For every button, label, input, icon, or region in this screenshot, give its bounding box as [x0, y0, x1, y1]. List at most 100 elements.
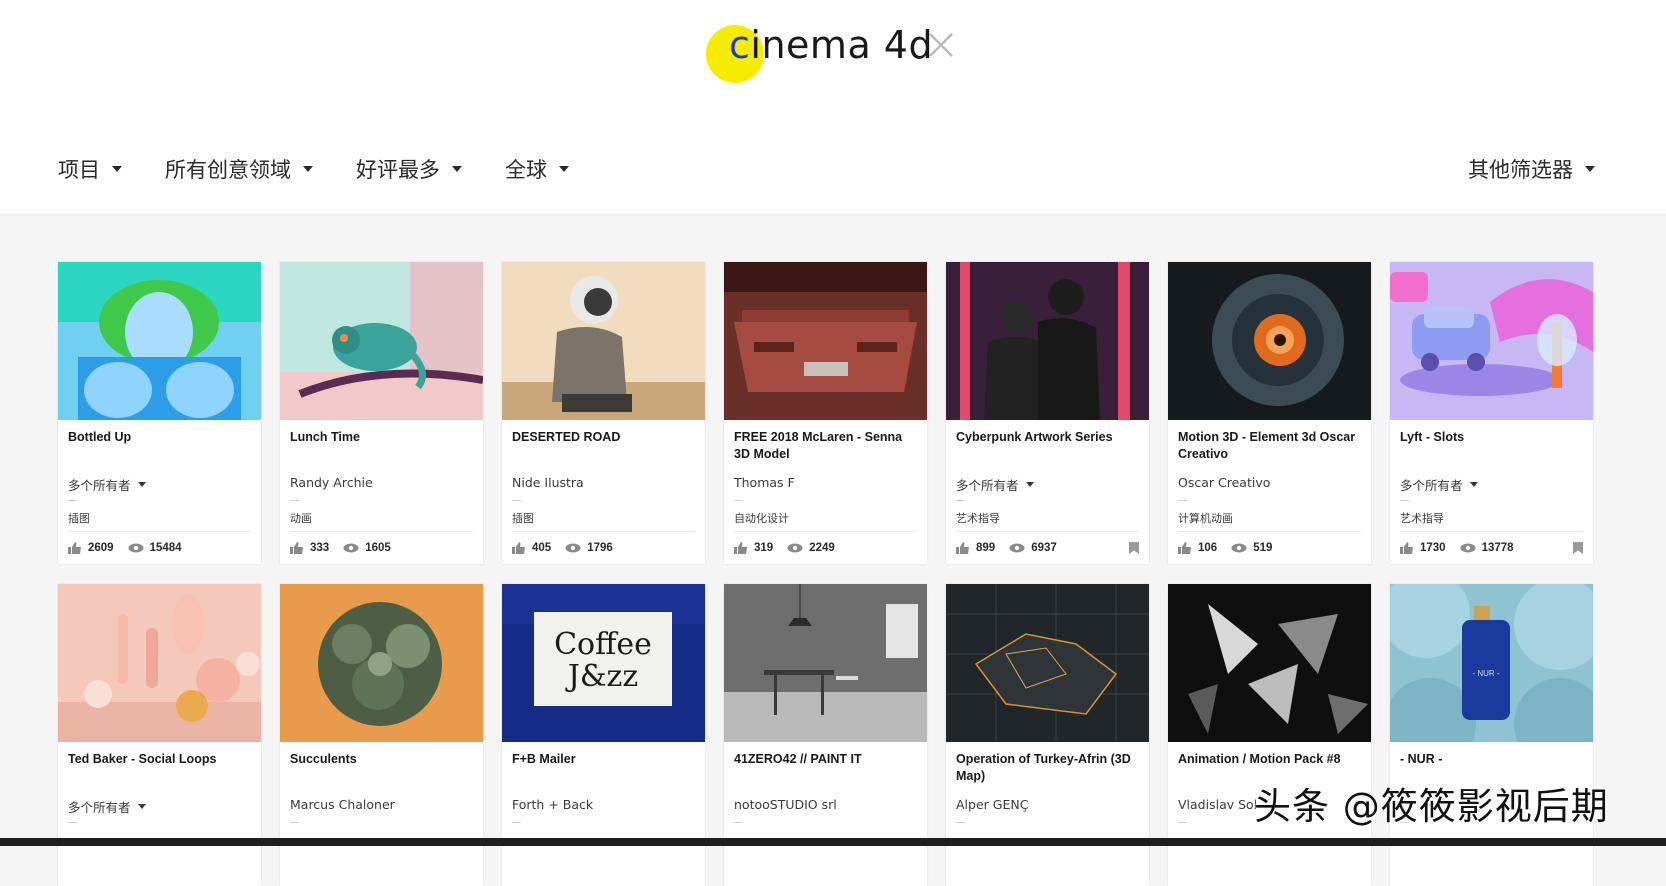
project-title[interactable]: Cyberpunk Artwork Series — [956, 429, 1142, 446]
project-title[interactable]: Succulents — [290, 751, 476, 768]
filter-sort-dropdown[interactable]: 好评最多 — [356, 156, 462, 182]
filter-type-dropdown[interactable]: 项目 — [58, 156, 122, 182]
divider — [734, 500, 743, 501]
chevron-down-icon — [137, 804, 146, 809]
project-title[interactable]: Animation / Motion Pack #8 — [1178, 751, 1364, 768]
project-thumbnail[interactable] — [502, 262, 705, 420]
project-thumbnail[interactable]: Coffee J&zz — [502, 584, 705, 742]
project-card[interactable]: FREE 2018 McLaren - Senna 3D Model Thoma… — [724, 262, 927, 564]
owner-dropdown[interactable]: 多个所有者 — [956, 475, 1034, 494]
eye-icon — [565, 543, 581, 553]
project-card[interactable]: Motion 3D - Element 3d Oscar Creativo Os… — [1168, 262, 1371, 564]
project-title[interactable]: Lunch Time — [290, 429, 476, 446]
project-stats: 405 1796 — [512, 542, 627, 554]
project-title[interactable]: 41ZERO42 // PAINT IT — [734, 751, 920, 768]
thumb-coffee-line2: J&zz — [565, 659, 638, 694]
thumbs-up-icon — [68, 542, 81, 554]
project-card[interactable]: Cyberpunk Artwork Series 多个所有者 艺术指导 899 … — [946, 262, 1149, 564]
project-thumbnail[interactable] — [1168, 584, 1371, 742]
owner-name: 多个所有者 — [956, 478, 1019, 493]
project-thumbnail[interactable]: - NUR - — [1390, 584, 1593, 742]
owner-dropdown[interactable]: 多个所有者 — [68, 797, 146, 816]
divider — [290, 531, 473, 532]
creative-field[interactable]: 插图 — [68, 510, 90, 526]
filter-more-dropdown[interactable]: 其他筛选器 — [1468, 156, 1595, 182]
owner-name: 多个所有者 — [1400, 478, 1463, 493]
owner-name[interactable]: Alper GENÇ — [956, 797, 1028, 812]
watermark-text: 头条 @筱筱影视后期 — [1254, 785, 1609, 828]
project-thumbnail[interactable] — [724, 262, 927, 420]
project-thumbnail[interactable] — [1168, 262, 1371, 420]
owner-name[interactable]: Oscar Creativo — [1178, 475, 1270, 490]
filter-region-dropdown[interactable]: 全球 — [505, 156, 569, 182]
owner-name[interactable]: Marcus Chaloner — [290, 797, 395, 812]
like-count: 1730 — [1420, 542, 1446, 554]
project-card[interactable]: Bottled Up 多个所有者 插图 2609 15484 — [58, 262, 261, 564]
eye-icon — [343, 543, 359, 553]
project-thumbnail[interactable] — [946, 584, 1149, 742]
search-query-first-char: c — [729, 23, 751, 67]
bookmark-icon[interactable] — [1573, 542, 1583, 554]
owner-dropdown[interactable]: 多个所有者 — [68, 475, 146, 494]
creative-field[interactable]: 艺术指导 — [956, 510, 1000, 526]
project-card[interactable]: DESERTED ROAD Nide Ilustra 插图 405 1796 — [502, 262, 705, 564]
project-thumbnail[interactable] — [58, 584, 261, 742]
creative-field[interactable]: 自动化设计 — [734, 510, 789, 526]
thumbs-up-icon — [734, 542, 747, 554]
view-count: 1605 — [365, 542, 391, 554]
project-title[interactable]: FREE 2018 McLaren - Senna 3D Model — [734, 429, 920, 463]
project-title[interactable]: Lyft - Slots — [1400, 429, 1586, 446]
search-input[interactable]: cinema 4d — [729, 20, 933, 70]
project-card[interactable]: Lyft - Slots 多个所有者 艺术指导 1730 13778 — [1390, 262, 1593, 564]
chevron-down-icon — [1469, 482, 1478, 487]
thumbs-up-icon — [1178, 542, 1191, 554]
owner-name: 多个所有者 — [68, 478, 131, 493]
bottom-bar — [0, 838, 1666, 846]
owner-name[interactable]: Vladislav Sol — [1178, 797, 1257, 812]
view-count: 15484 — [149, 542, 182, 554]
project-stats: 106 519 — [1178, 542, 1286, 554]
project-thumbnail[interactable] — [1390, 262, 1593, 420]
project-title[interactable]: DESERTED ROAD — [512, 429, 698, 446]
owner-name[interactable]: Thomas F — [734, 475, 795, 490]
project-card[interactable]: Lunch Time Randy Archie 动画 333 1605 — [280, 262, 483, 564]
thumbs-up-icon — [290, 542, 303, 554]
divider — [512, 500, 521, 501]
project-title[interactable]: F+B Mailer — [512, 751, 698, 768]
project-thumbnail[interactable] — [58, 262, 261, 420]
filter-bar: 项目 所有创意领域 好评最多 全球 其他筛选器 — [0, 122, 1666, 215]
creative-field[interactable]: 计算机动画 — [1178, 510, 1233, 526]
project-title[interactable]: Bottled Up — [68, 429, 254, 446]
view-count: 13778 — [1481, 542, 1514, 554]
divider — [1178, 822, 1187, 823]
clear-search-icon[interactable] — [926, 30, 956, 60]
owner-name[interactable]: Randy Archie — [290, 475, 373, 490]
creative-field[interactable]: 插图 — [512, 510, 534, 526]
project-stats: 899 6937 — [956, 542, 1071, 554]
project-thumbnail[interactable] — [280, 584, 483, 742]
owner-dropdown[interactable]: 多个所有者 — [1400, 475, 1478, 494]
view-count: 519 — [1253, 542, 1273, 554]
project-thumbnail[interactable] — [724, 584, 927, 742]
filter-more-label: 其他筛选器 — [1468, 158, 1573, 182]
owner-name[interactable]: Nide Ilustra — [512, 475, 584, 490]
bookmark-icon[interactable] — [1129, 542, 1139, 554]
like-count: 319 — [754, 542, 774, 554]
divider — [68, 500, 77, 501]
project-title[interactable]: - NUR - — [1400, 751, 1586, 768]
filter-sort-label: 好评最多 — [356, 158, 440, 182]
project-title[interactable]: Operation of Turkey-Afrin (3D Map) — [956, 751, 1142, 785]
project-thumbnail[interactable] — [280, 262, 483, 420]
project-title[interactable]: Motion 3D - Element 3d Oscar Creativo — [1178, 429, 1364, 463]
project-title[interactable]: Ted Baker - Social Loops — [68, 751, 254, 768]
filter-field-dropdown[interactable]: 所有创意领域 — [165, 156, 313, 182]
like-count: 405 — [532, 542, 552, 554]
chevron-down-icon — [1025, 482, 1034, 487]
owner-name[interactable]: Forth + Back — [512, 797, 593, 812]
chevron-down-icon — [112, 166, 122, 172]
owner-name[interactable]: notooSTUDIO srl — [734, 797, 837, 812]
creative-field[interactable]: 艺术指导 — [1400, 510, 1444, 526]
project-thumbnail[interactable] — [946, 262, 1149, 420]
creative-field[interactable]: 动画 — [290, 510, 312, 526]
thumbs-up-icon — [512, 542, 525, 554]
